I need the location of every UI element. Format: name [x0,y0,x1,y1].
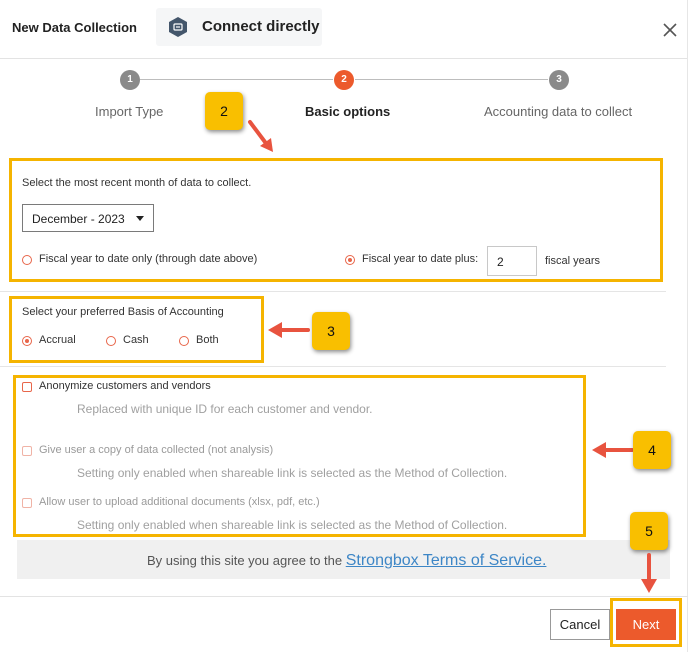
connect-method-badge: Connect directly [156,8,322,46]
callout-5: 5 [630,512,668,550]
step-1-indicator[interactable]: 1 [120,70,140,90]
fiscal-years-suffix: fiscal years [545,255,601,267]
section-divider [0,291,666,292]
month-dropdown[interactable]: December - 2023 [22,204,154,232]
terms-prefix: By using this site you agree to the [147,553,346,568]
step-2-indicator[interactable]: 2 [334,70,354,90]
both-radio[interactable] [179,336,189,346]
accrual-label[interactable]: Accrual [39,334,76,346]
ytd-plus-radio[interactable] [345,255,355,265]
terms-bar: By using this site you agree to the Stro… [17,540,670,579]
connect-plug-icon [169,17,187,37]
accrual-radio[interactable] [22,336,32,346]
arrow-icon [641,553,657,593]
step-3-indicator[interactable]: 3 [549,70,569,90]
callout-4: 4 [633,431,671,469]
arrow-icon [248,120,273,152]
highlight-extras-section [13,375,586,537]
basis-prompt: Select your preferred Basis of Accountin… [22,306,224,318]
month-prompt: Select the most recent month of data to … [22,177,252,189]
arrow-icon [592,442,634,458]
fiscal-years-input[interactable]: 2 [487,246,537,276]
cash-radio[interactable] [106,336,116,346]
section-divider [0,366,666,367]
terms-text: By using this site you agree to the Stro… [147,552,546,570]
both-label[interactable]: Both [196,334,219,346]
arrow-icon [268,322,310,338]
upload-docs-description: Setting only enabled when shareable link… [77,518,508,532]
step-3-label[interactable]: Accounting data to collect [484,104,632,119]
callout-2: 2 [205,92,243,130]
close-icon[interactable] [660,20,680,40]
upload-docs-label[interactable]: Allow user to upload additional document… [39,496,320,508]
anonymize-label[interactable]: Anonymize customers and vendors [39,380,211,392]
footer-divider [0,596,688,597]
stepper-connector [140,79,333,80]
copy-data-label[interactable]: Give user a copy of data collected (not … [39,444,273,456]
connect-method-label: Connect directly [202,18,320,35]
stepper-connector [355,79,548,80]
upload-docs-checkbox[interactable] [22,498,32,508]
anonymize-description: Replaced with unique ID for each custome… [77,402,373,416]
ytd-only-label[interactable]: Fiscal year to date only (through date a… [39,253,257,265]
ytd-plus-label[interactable]: Fiscal year to date plus: [362,253,478,265]
dialog-title: New Data Collection [12,20,137,35]
anonymize-checkbox[interactable] [22,382,32,392]
copy-data-description: Setting only enabled when shareable link… [77,466,508,480]
callout-3: 3 [312,312,350,350]
caret-down-icon [136,216,144,221]
ytd-only-radio[interactable] [22,255,32,265]
next-button[interactable]: Next [616,609,676,640]
cancel-button[interactable]: Cancel [550,609,610,640]
cash-label[interactable]: Cash [123,334,149,346]
terms-of-service-link[interactable]: Strongbox Terms of Service. [346,552,547,569]
month-dropdown-value: December - 2023 [32,212,125,226]
step-1-label[interactable]: Import Type [95,104,163,119]
fiscal-years-value: 2 [497,255,504,269]
step-2-label[interactable]: Basic options [305,104,390,119]
copy-data-checkbox[interactable] [22,446,32,456]
